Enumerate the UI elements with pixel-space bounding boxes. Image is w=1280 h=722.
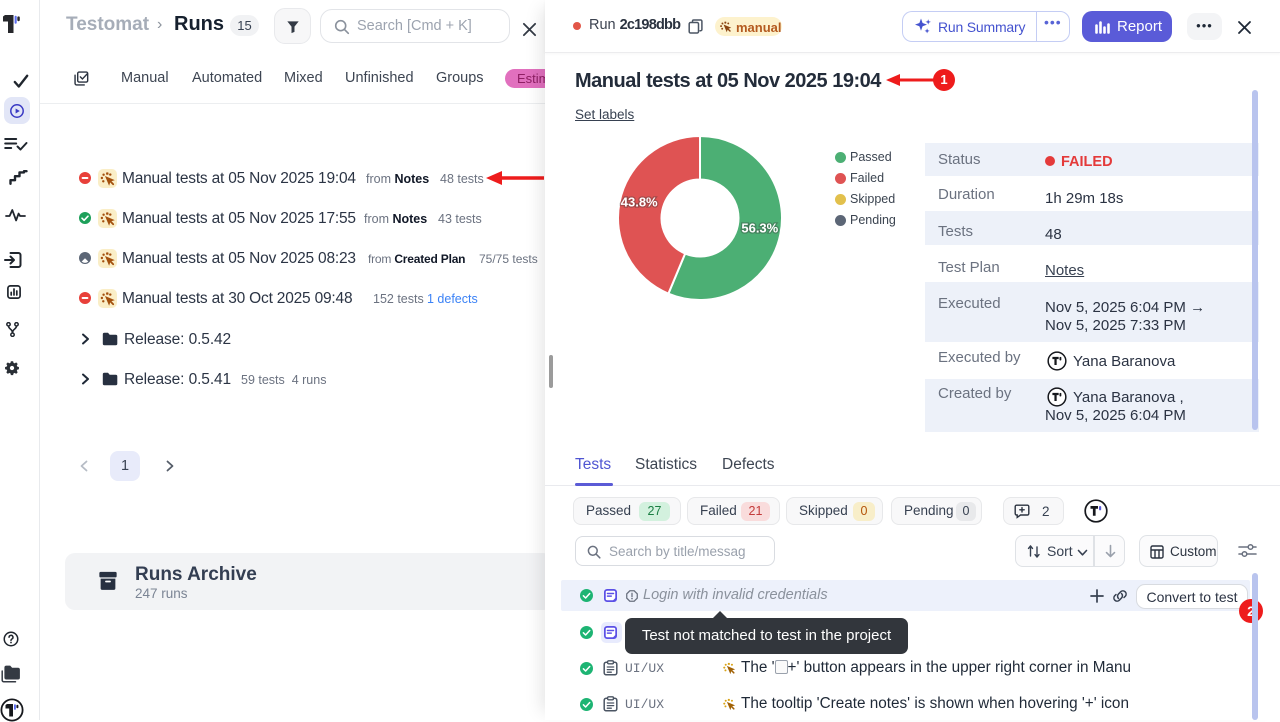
svg-text:56.3%: 56.3%	[741, 221, 778, 236]
svg-text:43.8%: 43.8%	[621, 195, 658, 210]
